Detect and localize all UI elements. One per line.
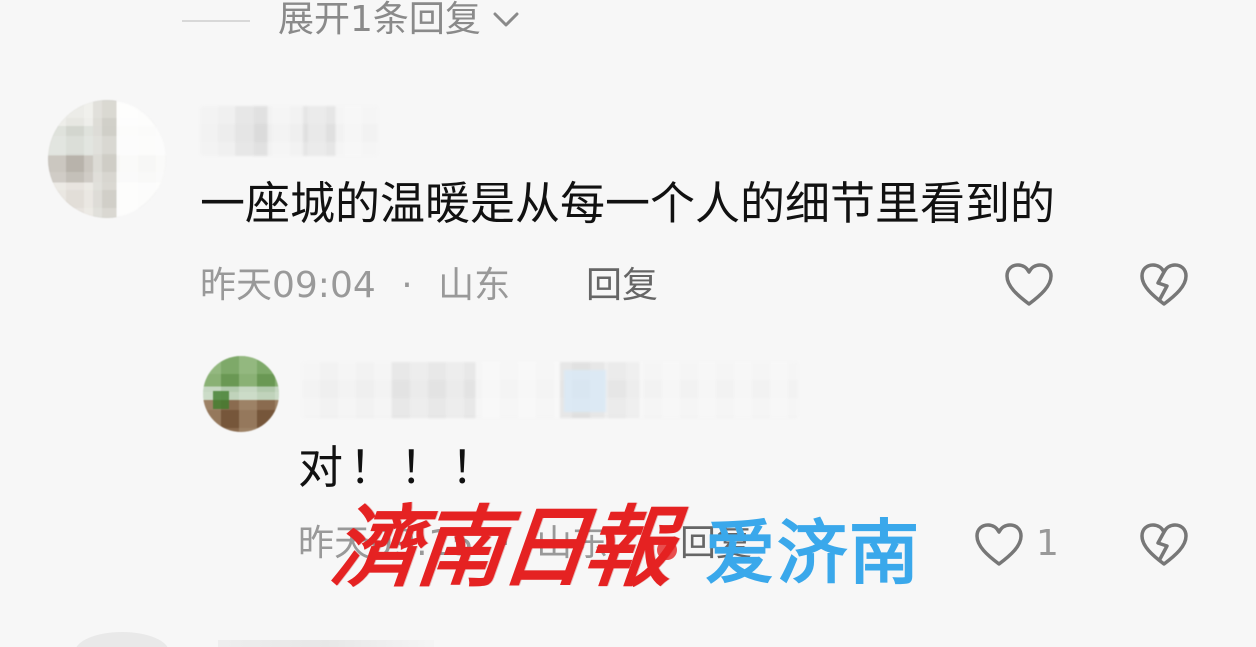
redacted-username <box>200 106 378 156</box>
reply-meta: 昨天09:15 · 山东 <box>298 522 608 566</box>
expand-replies-label: 展开1条回复 <box>278 0 481 40</box>
comment-text: 一座城的温暖是从每一个人的细节里看到的 <box>200 177 1056 230</box>
reply-avatar[interactable] <box>203 356 279 432</box>
comment-time: 昨天09:04 <box>200 265 376 306</box>
reply-location: 山东 <box>536 523 609 564</box>
chevron-down-icon <box>493 12 519 27</box>
reply-comment-text: 对！！！ <box>298 441 503 494</box>
expand-replies-button[interactable]: 展开1条回复 <box>278 0 521 42</box>
like-count: 1 <box>1036 523 1059 564</box>
meta-separator: · <box>499 523 511 564</box>
reply-time: 昨天09:15 <box>298 523 474 564</box>
avatar[interactable] <box>48 100 166 218</box>
comment-location: 山东 <box>438 265 511 306</box>
broken-heart-icon <box>1140 263 1188 306</box>
dislike-button[interactable] <box>1133 514 1195 576</box>
watermark-dot <box>657 540 677 560</box>
redacted-reply-username <box>302 362 798 418</box>
comment-meta: 昨天09:04 · 山东 <box>200 264 510 308</box>
reply-button[interactable]: 回复 <box>586 264 658 308</box>
comment-thread-screen: 展开1条回复 一座城的温暖是从每一个人的细节里看到的 昨天09:04 · 山东 … <box>0 0 1256 647</box>
heart-outline-icon <box>1005 263 1053 306</box>
heart-outline-icon <box>975 523 1023 566</box>
next-comment-avatar-partial <box>75 632 169 647</box>
like-button[interactable] <box>968 514 1030 576</box>
meta-separator: · <box>401 265 413 306</box>
dislike-button[interactable] <box>1133 254 1195 316</box>
reply-divider <box>182 20 250 22</box>
reply-button[interactable]: 回复 <box>680 522 752 566</box>
next-comment-name-partial <box>218 640 434 647</box>
broken-heart-icon <box>1140 523 1188 566</box>
like-button[interactable] <box>998 254 1060 316</box>
